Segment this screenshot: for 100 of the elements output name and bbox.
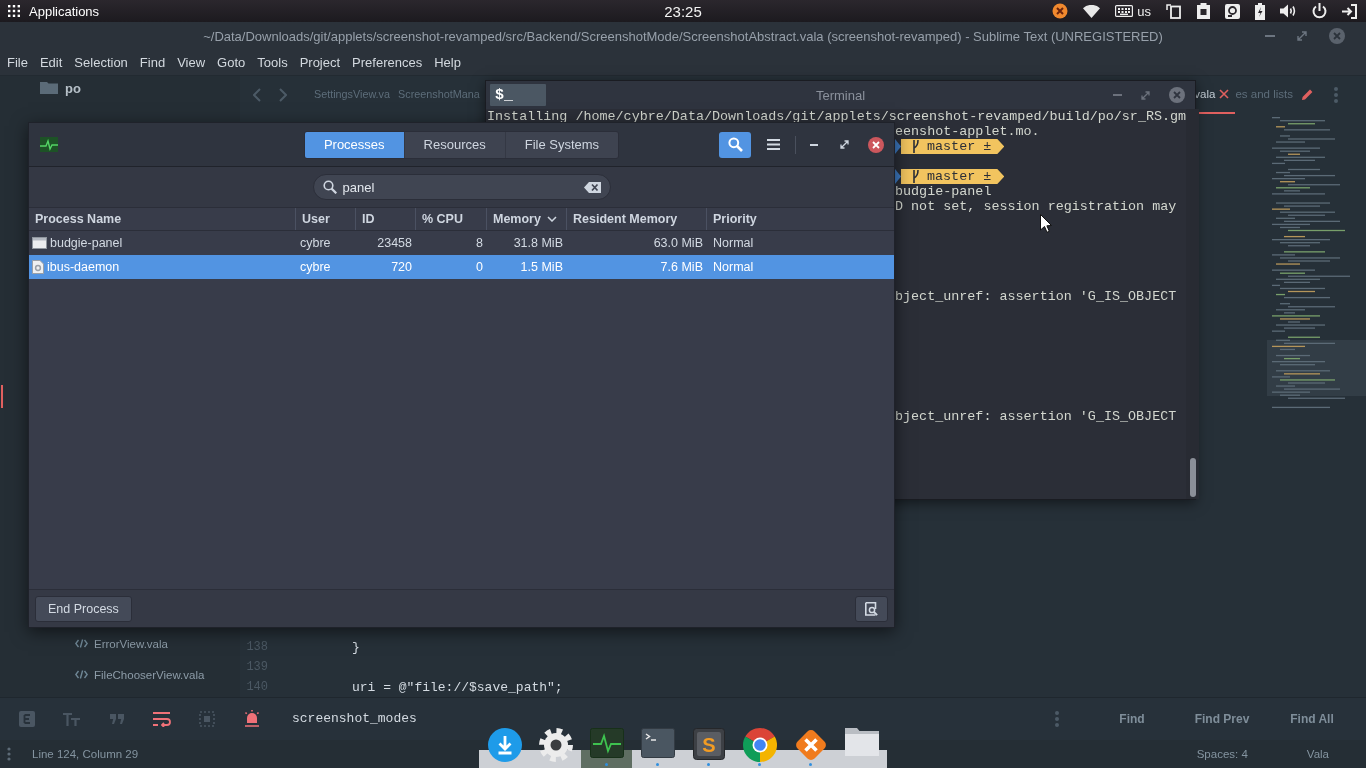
git-branch-icon bbox=[912, 140, 919, 153]
table-cell: 63.0 MiB bbox=[653, 236, 703, 250]
document-magnifier-icon bbox=[865, 601, 878, 616]
power-icon[interactable] bbox=[1312, 3, 1327, 19]
menu-item[interactable]: Selection bbox=[74, 55, 128, 70]
chevron-down-icon bbox=[546, 216, 557, 222]
code-line: uri = @"file://$save_path"; bbox=[352, 679, 563, 695]
prompt-arrow-icon bbox=[895, 169, 901, 184]
pulse-monitor-icon bbox=[40, 137, 58, 152]
terminal-output-line: Installing /home/cybre/Data/Downloads/git/applets/screenshot-revamped/build/po/sr_RS.gm bbox=[487, 109, 1187, 124]
terminal-output-line: D not set, session registration may bbox=[895, 199, 1177, 214]
table-cell: 7.6 MiB bbox=[660, 260, 703, 274]
table-cell: Normal bbox=[713, 260, 754, 274]
wrap-lines-icon[interactable] bbox=[152, 711, 171, 727]
table-cell: 8 bbox=[476, 236, 483, 250]
clipboard-icon[interactable] bbox=[1197, 3, 1210, 19]
menu-item[interactable]: Find bbox=[139, 55, 166, 70]
search-icon bbox=[322, 180, 337, 194]
properties-button[interactable] bbox=[855, 595, 888, 622]
terminal-output-line: budgie-panel bbox=[895, 184, 992, 199]
volume-icon[interactable] bbox=[1280, 4, 1297, 18]
table-cell: cybre bbox=[300, 236, 331, 250]
menu-item[interactable]: Preferences bbox=[352, 55, 423, 70]
menu-item[interactable]: View bbox=[177, 55, 206, 70]
keyboard-layout[interactable]: us bbox=[1137, 3, 1151, 19]
table-cell: 720 bbox=[391, 260, 412, 274]
terminal-output-line: bject_unref: assertion 'G_IS_OBJECT bbox=[895, 409, 1177, 424]
grid-icon bbox=[8, 5, 20, 17]
view-tab[interactable]: Resources bbox=[403, 131, 505, 158]
logout-icon[interactable] bbox=[1342, 3, 1357, 19]
cursor-position: Line 124, Column 29 bbox=[32, 748, 139, 760]
vertical-dots-icon[interactable] bbox=[1055, 710, 1059, 727]
sidebar-item[interactable]: ErrorView.vala bbox=[0, 628, 240, 659]
column-header[interactable]: % CPU bbox=[416, 208, 487, 230]
column-header[interactable]: User bbox=[296, 208, 356, 230]
window-icon bbox=[32, 237, 47, 249]
cross-circle-icon[interactable] bbox=[1052, 3, 1069, 19]
menu-icon[interactable] bbox=[767, 139, 780, 150]
code-file-icon bbox=[75, 670, 88, 679]
table-cell: budgie-panel bbox=[50, 236, 123, 250]
applications-menu[interactable]: Applications bbox=[8, 3, 100, 19]
table-cell: 1.5 MiB bbox=[520, 260, 563, 274]
window-title: ~/Data/Downloads/git/applets/screenshot-revamped/src/Backend/ScreenshotMode/ScreenshotAbstract.vala (screenshot-revamped) - Sublime Text (UNREGISTERED) bbox=[203, 28, 1163, 44]
terminal-output-line: bject_unref: assertion 'G_IS_OBJECT bbox=[895, 289, 1177, 304]
syntax-setting[interactable]: Vala bbox=[1306, 748, 1329, 760]
dotted-square-icon[interactable] bbox=[198, 711, 215, 727]
column-header[interactable]: ID bbox=[356, 208, 416, 230]
screen-rotation-icon[interactable] bbox=[1166, 3, 1182, 19]
wifi-icon[interactable] bbox=[1083, 4, 1101, 18]
end-process-button[interactable]: End Process bbox=[35, 595, 132, 622]
search-button[interactable] bbox=[719, 131, 751, 158]
text-button[interactable]: Find Prev bbox=[1177, 712, 1267, 726]
column-header[interactable]: Resident Memory bbox=[567, 208, 707, 230]
vertical-dots-icon[interactable] bbox=[7, 747, 11, 761]
ring-logo-icon bbox=[742, 728, 777, 762]
text-button[interactable]: Find bbox=[1087, 712, 1177, 726]
table-cell: Normal bbox=[713, 236, 754, 250]
close-icon[interactable] bbox=[868, 136, 884, 153]
table-cell: 0 bbox=[476, 260, 483, 274]
branch-label: master ± bbox=[927, 169, 992, 184]
code-file-icon bbox=[75, 639, 88, 648]
terminal-output-line: eenshot-applet.mo. bbox=[895, 124, 1040, 139]
process-row[interactable]: budgie-panel cybre 23458 8 31.8 MiB 63.0 MiB Normal bbox=[29, 231, 894, 255]
view-tab[interactable]: File Systems bbox=[504, 131, 619, 158]
text-button[interactable]: Find All bbox=[1267, 712, 1357, 726]
menu-item[interactable]: Edit bbox=[39, 55, 63, 70]
scrollbar[interactable] bbox=[1186, 109, 1200, 499]
code-line: } bbox=[352, 639, 360, 655]
menu-item[interactable]: Help bbox=[434, 55, 461, 70]
bar-marker-icon bbox=[1, 385, 3, 408]
column-header[interactable]: Memory bbox=[487, 208, 567, 230]
table-cell: ibus-daemon bbox=[47, 260, 120, 274]
vertical-dots-icon[interactable] bbox=[1334, 87, 1338, 103]
mouse-pointer-icon bbox=[1040, 214, 1052, 233]
clear-icon[interactable] bbox=[583, 181, 601, 193]
drive-icon[interactable] bbox=[1225, 3, 1240, 19]
search-icon bbox=[727, 137, 743, 152]
letter-tile-icon: S bbox=[692, 728, 725, 760]
app-badge: $_ bbox=[490, 84, 546, 106]
sidebar-item[interactable]: FileChooserView.vala bbox=[0, 659, 240, 690]
minimize-icon[interactable] bbox=[810, 143, 818, 146]
menu-item[interactable]: Project bbox=[299, 55, 341, 70]
siren-icon[interactable] bbox=[242, 710, 261, 728]
keyboard-icon[interactable] bbox=[1115, 5, 1134, 17]
menu-item[interactable]: File bbox=[7, 55, 28, 70]
search-field[interactable]: panel bbox=[312, 174, 611, 200]
clock: 23:25 bbox=[664, 2, 702, 20]
document-icon bbox=[32, 260, 44, 274]
menu-item[interactable]: Tools bbox=[257, 55, 288, 70]
table-cell: 23458 bbox=[377, 236, 412, 250]
column-header[interactable]: Priority bbox=[707, 208, 894, 230]
download-icon bbox=[487, 728, 522, 762]
sidebar-item[interactable]: po bbox=[0, 76, 240, 100]
battery-icon[interactable] bbox=[1255, 2, 1265, 20]
column-header[interactable]: Process Name bbox=[29, 208, 296, 230]
git-branch-icon bbox=[912, 170, 919, 183]
menu-item[interactable]: Goto bbox=[217, 55, 246, 70]
window-title: Terminal bbox=[815, 87, 866, 103]
indentation-setting[interactable]: Spaces: 4 bbox=[1196, 748, 1248, 760]
table-cell: 31.8 MiB bbox=[513, 236, 563, 250]
